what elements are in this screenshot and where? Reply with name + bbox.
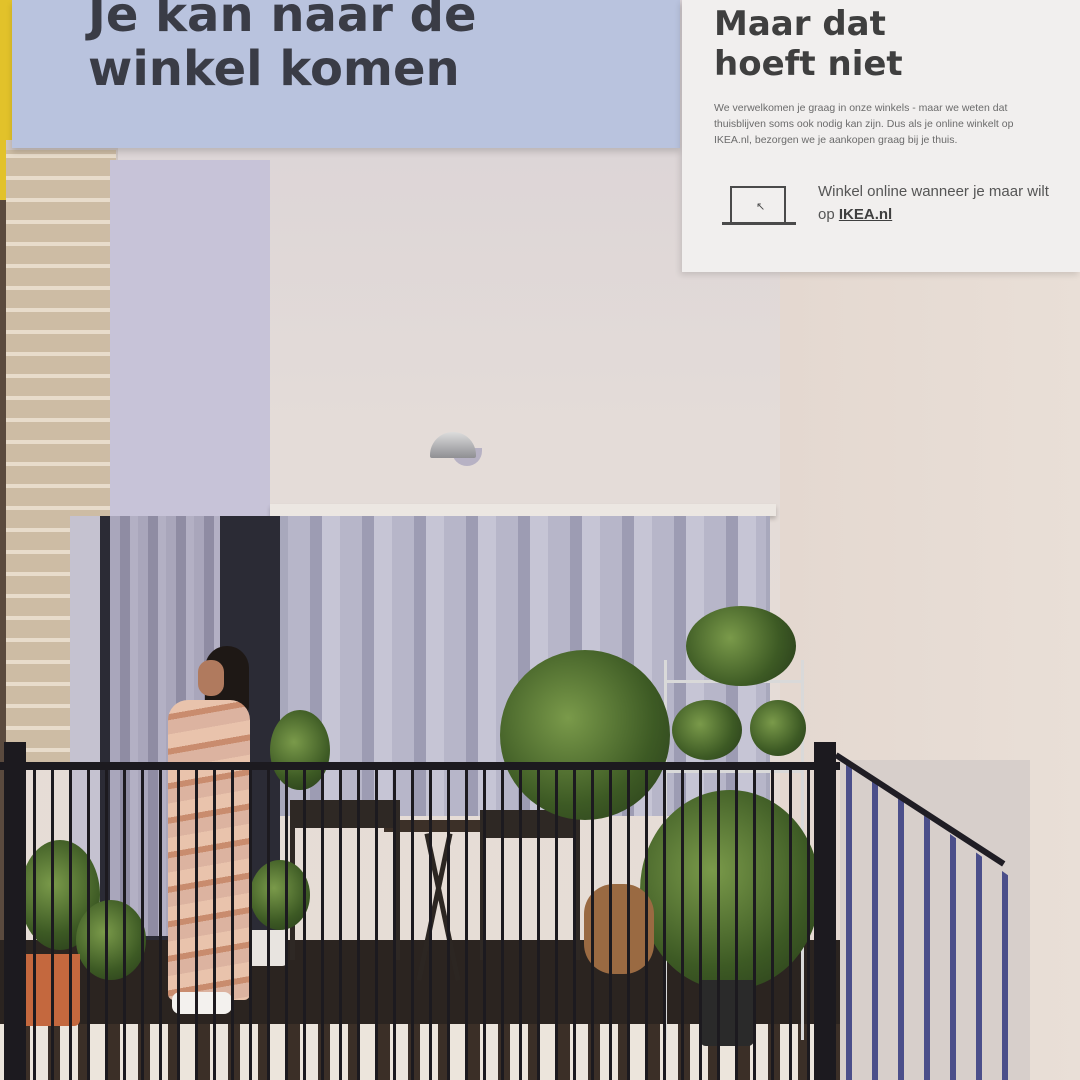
window-ledge: [270, 504, 776, 516]
wall-lamp: [430, 432, 476, 458]
headline-line: Je kan naar de: [88, 0, 477, 43]
headline: Je kan naar de winkel komen: [88, 0, 648, 96]
railing-post: [4, 742, 26, 1080]
card-title-line: hoeft niet: [714, 44, 903, 84]
laptop-base: [722, 222, 796, 225]
wall-shadow: [110, 160, 270, 520]
card-body-text: We verwelkomen je graag in onze winkels …: [714, 102, 1014, 146]
balcony-railing: [0, 762, 840, 1080]
headline-banner: Je kan naar de winkel komen: [12, 0, 680, 148]
shelf-plant: [672, 700, 742, 760]
shop-online-text: Winkel online wanneer je maar wilt op IK…: [818, 180, 1058, 226]
headline-line: winkel komen: [88, 41, 460, 97]
railing-top-bar: [0, 762, 840, 770]
railing-post: [814, 742, 836, 1080]
laptop-icon: ↖: [722, 186, 796, 228]
info-card: Maar dat hoeft niet We verwelkomen je gr…: [682, 0, 1080, 272]
catalog-page: Je kan naar de winkel komen Maar dat hoe…: [0, 0, 1080, 1080]
card-title: Maar dat hoeft niet: [714, 4, 903, 84]
woman-face: [198, 660, 224, 696]
shelf-plant: [750, 700, 806, 756]
cursor-icon: ↖: [756, 201, 766, 213]
laptop-screen: ↖: [730, 186, 786, 222]
card-title-line: Maar dat: [714, 4, 886, 44]
ikea-link[interactable]: IKEA.nl: [839, 206, 892, 223]
shelf-plant: [686, 606, 796, 686]
